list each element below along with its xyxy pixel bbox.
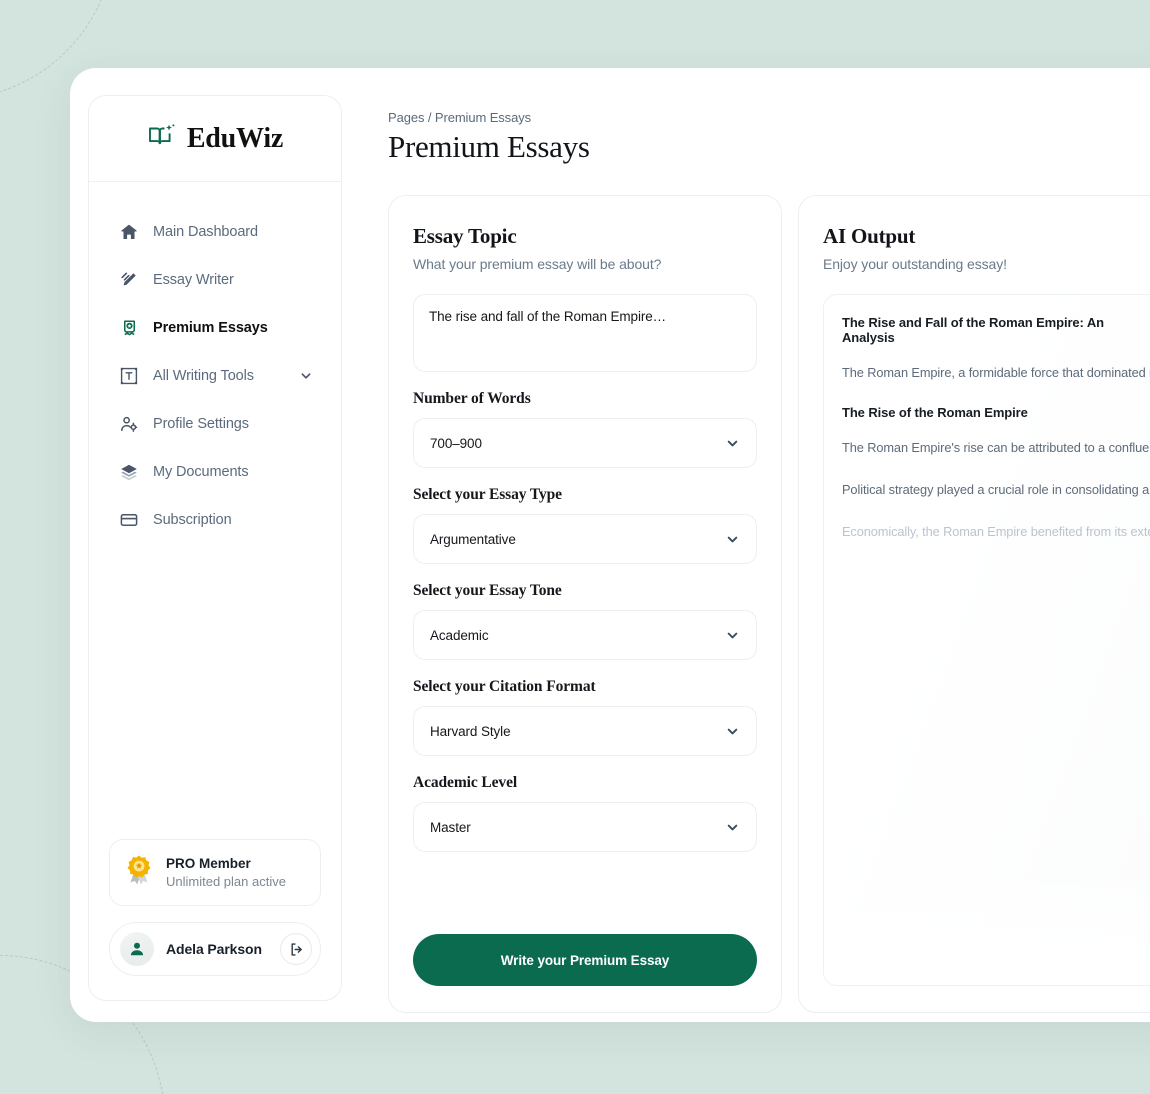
sidebar-item-main-dashboard[interactable]: Main Dashboard <box>89 208 341 256</box>
academic-level-select[interactable]: Master <box>413 802 757 852</box>
field-label: Select your Essay Type <box>413 486 562 503</box>
pencil-lines-icon <box>119 270 139 290</box>
field-essay-tone: Select your Essay Tone Academic <box>413 582 757 660</box>
sidebar-item-all-writing-tools[interactable]: All Writing Tools <box>89 352 341 400</box>
citation-format-select[interactable]: Harvard Style <box>413 706 757 756</box>
document-subheading: The Rise of the Roman Empire <box>842 405 1028 420</box>
essay-tone-select[interactable]: Academic <box>413 610 757 660</box>
pro-card-subtitle: Unlimited plan active <box>166 873 286 889</box>
write-premium-essay-button[interactable]: Write your Premium Essay <box>413 934 757 986</box>
user-name: Adela Parkson <box>166 941 262 957</box>
field-label: Number of Words <box>413 390 531 407</box>
chevron-down-icon <box>725 532 740 547</box>
award-badge-icon <box>119 318 139 338</box>
document-fade-overlay <box>824 865 1150 985</box>
page-title: Premium Essays <box>388 129 590 164</box>
sidebar-item-label: Profile Settings <box>153 416 249 432</box>
user-profile-row[interactable]: Adela Parkson <box>109 922 321 976</box>
document-paragraph: Political strategy played a crucial role… <box>842 482 1150 497</box>
open-book-sparkle-icon <box>147 123 177 154</box>
layers-icon <box>119 462 139 482</box>
select-value: Harvard Style <box>430 723 511 739</box>
chevron-down-icon[interactable] <box>299 369 313 383</box>
logout-arrow-icon[interactable] <box>280 933 312 965</box>
number-of-words-select[interactable]: 700–900 <box>413 418 757 468</box>
brand-logo[interactable]: EduWiz <box>89 96 341 182</box>
pro-card-title: PRO Member <box>166 855 251 871</box>
select-value: Master <box>430 819 471 835</box>
ai-output-document[interactable]: The Rise and Fall of the Roman Empire: A… <box>823 294 1150 986</box>
sidebar-item-label: Subscription <box>153 512 232 528</box>
sidebar-item-label: All Writing Tools <box>153 368 254 384</box>
essay-topic-panel: Essay Topic What your premium essay will… <box>388 195 782 1013</box>
chevron-down-icon <box>725 628 740 643</box>
select-value: Argumentative <box>430 531 516 547</box>
essay-type-select[interactable]: Argumentative <box>413 514 757 564</box>
sidebar-item-premium-essays[interactable]: Premium Essays <box>89 304 341 352</box>
field-citation-format: Select your Citation Format Harvard Styl… <box>413 678 757 756</box>
select-value: Academic <box>430 627 489 643</box>
sidebar-item-label: Premium Essays <box>153 320 268 336</box>
brand-name: EduWiz <box>186 122 284 154</box>
document-paragraph: The Roman Empire's rise can be attribute… <box>842 440 1150 455</box>
main-content: Pages / Premium Essays Premium Essays Es… <box>360 68 1150 1022</box>
sidebar-item-essay-writer[interactable]: Essay Writer <box>89 256 341 304</box>
panels-row: Essay Topic What your premium essay will… <box>388 195 1150 1013</box>
essay-topic-title: Essay Topic <box>413 224 517 248</box>
document-paragraph-faded: Economically, the Roman Empire benefited… <box>842 524 1150 539</box>
chevron-down-icon <box>725 724 740 739</box>
credit-card-icon <box>119 510 139 530</box>
chevron-down-icon <box>725 820 740 835</box>
sidebar-item-my-documents[interactable]: My Documents <box>89 448 341 496</box>
field-label: Select your Essay Tone <box>413 582 562 599</box>
breadcrumb: Pages / Premium Essays <box>388 110 532 125</box>
sidebar-item-label: Main Dashboard <box>153 224 258 240</box>
field-number-of-words: Number of Words 700–900 <box>413 390 757 468</box>
field-label: Select your Citation Format <box>413 678 596 695</box>
pro-member-card[interactable]: PRO Member Unlimited plan active <box>109 839 321 906</box>
sidebar-item-label: Essay Writer <box>153 272 234 288</box>
user-gear-icon <box>119 414 139 434</box>
gold-rosette-icon <box>124 854 154 891</box>
sidebar-item-profile-settings[interactable]: Profile Settings <box>89 400 341 448</box>
select-value: 700–900 <box>430 435 482 451</box>
home-icon <box>119 222 139 242</box>
chevron-down-icon <box>725 436 740 451</box>
document-heading: The Rise and Fall of the Roman Empire: A… <box>842 315 1104 345</box>
field-label: Academic Level <box>413 774 518 791</box>
ai-output-title: AI Output <box>823 224 916 248</box>
ai-output-subtitle: Enjoy your outstanding essay! <box>823 256 1007 272</box>
field-academic-level: Academic Level Master <box>413 774 757 852</box>
sidebar-item-subscription[interactable]: Subscription <box>89 496 341 544</box>
text-frame-icon <box>119 366 139 386</box>
essay-topic-subtitle: What your premium essay will be about? <box>413 256 662 272</box>
sidebar-nav: Main Dashboard Essay Writer Premium Essa… <box>89 182 341 839</box>
document-paragraph: The Roman Empire, a formidable force tha… <box>842 365 1150 380</box>
app-window: EduWiz Main Dashboard Essay Writer Premi… <box>70 68 1150 1022</box>
user-avatar-icon <box>120 932 154 966</box>
essay-topic-input[interactable]: The rise and fall of the Roman Empire… <box>413 294 757 372</box>
sidebar-item-label: My Documents <box>153 464 249 480</box>
field-essay-type: Select your Essay Type Argumentative <box>413 486 757 564</box>
ai-output-panel: AI Output Enjoy your outstanding essay! … <box>798 195 1150 1013</box>
sidebar: EduWiz Main Dashboard Essay Writer Premi… <box>88 95 342 1001</box>
